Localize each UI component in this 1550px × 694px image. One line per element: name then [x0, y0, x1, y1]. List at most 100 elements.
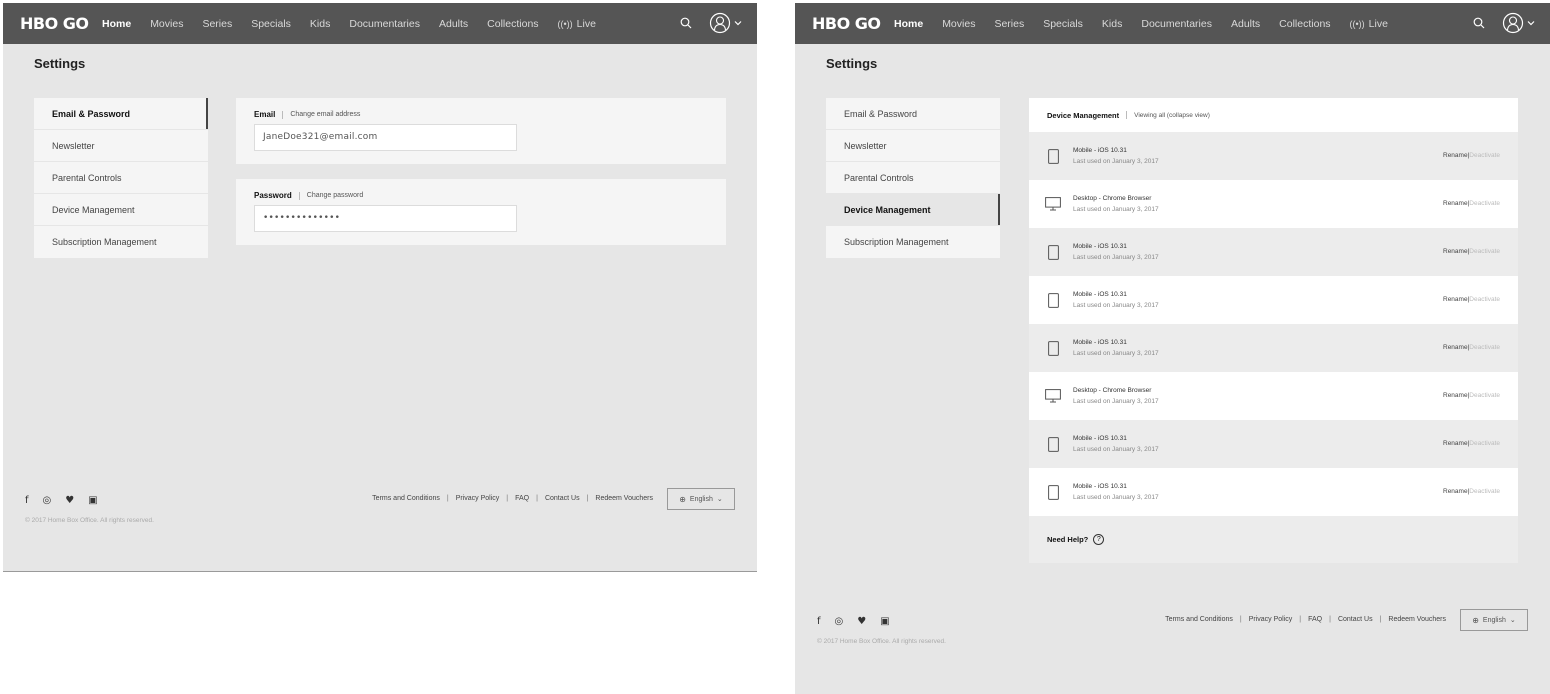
device-actions: Rename|Deactivate [1443, 344, 1500, 351]
nav-item-documentaries[interactable]: Documentaries [349, 18, 420, 30]
instagram-icon[interactable]: ◎ [43, 495, 52, 506]
facebook-icon[interactable]: f [817, 616, 821, 627]
nav-item-live[interactable]: ((•)) Live [558, 18, 596, 30]
change-email-link[interactable]: Change email address [290, 111, 360, 118]
deactivate-link[interactable]: Deactivate [1469, 488, 1500, 495]
nav-item-documentaries[interactable]: Documentaries [1141, 18, 1212, 30]
rename-link[interactable]: Rename [1443, 296, 1468, 303]
page-title: Settings [826, 56, 878, 71]
redeem-vouchers-link[interactable]: Redeem Vouchers [1388, 616, 1446, 623]
device-actions: Rename|Deactivate [1443, 392, 1500, 399]
nav-item-collections[interactable]: Collections [487, 18, 538, 30]
rename-link[interactable]: Rename [1443, 392, 1468, 399]
device-row: Mobile - iOS 10.31 Last used on January 3… [1029, 468, 1518, 516]
menu-item-newsletter[interactable]: Newsletter [34, 130, 208, 162]
device-actions: Rename|Deactivate [1443, 200, 1500, 207]
privacy-link[interactable]: Privacy Policy [1249, 616, 1293, 623]
help-icon[interactable]: ? [1093, 534, 1105, 545]
search-icon[interactable] [1468, 12, 1490, 34]
change-password-link[interactable]: Change password [307, 192, 363, 199]
language-selector[interactable]: ⊕ English ⌄ [667, 488, 735, 510]
redeem-vouchers-link[interactable]: Redeem Vouchers [595, 495, 653, 502]
hbo-go-logo[interactable]: HBO GO [20, 14, 89, 33]
deactivate-link[interactable]: Deactivate [1469, 440, 1500, 447]
contact-link[interactable]: Contact Us [1338, 616, 1373, 623]
menu-item-email-password[interactable]: Email & Password [34, 98, 208, 130]
menu-item-newsletter[interactable]: Newsletter [826, 130, 1000, 162]
email-card: Email Change email address JaneDoe321@em… [236, 98, 726, 164]
password-field[interactable]: •••••••••••••• [254, 205, 517, 232]
search-icon[interactable] [675, 12, 697, 34]
device-row: Mobile - iOS 10.31 Last used on January 3… [1029, 420, 1518, 468]
menu-item-subscription-management[interactable]: Subscription Management [34, 226, 208, 258]
nav-item-specials[interactable]: Specials [1043, 18, 1083, 30]
rename-link[interactable]: Rename [1443, 200, 1468, 207]
nav-right [675, 12, 743, 34]
menu-item-subscription-management[interactable]: Subscription Management [826, 226, 1000, 258]
nav-item-specials[interactable]: Specials [251, 18, 291, 30]
contact-link[interactable]: Contact Us [545, 495, 580, 502]
youtube-icon[interactable]: ▣ [880, 616, 889, 627]
user-avatar-icon[interactable] [709, 12, 731, 34]
privacy-link[interactable]: Privacy Policy [456, 495, 500, 502]
device-last-used: Last used on January 3, 2017 [1073, 254, 1159, 261]
deactivate-link[interactable]: Deactivate [1469, 248, 1500, 255]
nav-item-movies[interactable]: Movies [150, 18, 183, 30]
deactivate-link[interactable]: Deactivate [1469, 344, 1500, 351]
faq-link[interactable]: FAQ [515, 495, 529, 502]
menu-item-device-management[interactable]: Device Management [34, 194, 208, 226]
facebook-icon[interactable]: f [25, 495, 29, 506]
rename-link[interactable]: Rename [1443, 248, 1468, 255]
deactivate-link[interactable]: Deactivate [1469, 152, 1500, 159]
youtube-icon[interactable]: ▣ [88, 495, 97, 506]
social-links: f ◎ ♥ ▣ [817, 616, 904, 627]
chevron-down-icon[interactable] [733, 18, 743, 28]
nav-item-home[interactable]: Home [102, 18, 131, 30]
chevron-down-icon[interactable] [1526, 18, 1536, 28]
rename-link[interactable]: Rename [1443, 488, 1468, 495]
terms-link[interactable]: Terms and Conditions [372, 495, 440, 502]
copyright: © 2017 Home Box Office. All rights reser… [817, 638, 946, 645]
nav-item-adults[interactable]: Adults [439, 18, 468, 30]
nav-item-series[interactable]: Series [994, 18, 1024, 30]
nav-item-home[interactable]: Home [894, 18, 923, 30]
user-avatar-icon[interactable] [1502, 12, 1524, 34]
nav-item-collections[interactable]: Collections [1279, 18, 1330, 30]
twitter-icon[interactable]: ♥ [65, 495, 74, 506]
email-field[interactable]: JaneDoe321@email.com [254, 124, 517, 151]
nav-item-adults[interactable]: Adults [1231, 18, 1260, 30]
twitter-icon[interactable]: ♥ [857, 616, 866, 627]
link-separator: | [1239, 616, 1242, 623]
rename-link[interactable]: Rename [1443, 344, 1468, 351]
device-last-used: Last used on January 3, 2017 [1073, 446, 1159, 453]
hbo-go-logo[interactable]: HBO GO [812, 14, 881, 33]
deactivate-link[interactable]: Deactivate [1469, 392, 1500, 399]
mobile-device-icon [1029, 148, 1073, 164]
nav-item-series[interactable]: Series [202, 18, 232, 30]
menu-item-parental-controls[interactable]: Parental Controls [34, 162, 208, 194]
link-separator: | [586, 495, 589, 502]
menu-item-parental-controls[interactable]: Parental Controls [826, 162, 1000, 194]
deactivate-link[interactable]: Deactivate [1469, 200, 1500, 207]
menu-item-device-management[interactable]: Device Management [826, 194, 1000, 226]
mobile-device-icon [1029, 484, 1073, 500]
faq-link[interactable]: FAQ [1308, 616, 1322, 623]
device-management-panel: Device Management Viewing all (collapse … [1029, 98, 1518, 563]
nav-item-kids[interactable]: Kids [1102, 18, 1122, 30]
language-selector[interactable]: ⊕ English ⌄ [1460, 609, 1528, 631]
rename-link[interactable]: Rename [1443, 440, 1468, 447]
collapse-view-link[interactable]: Viewing all (collapse view) [1134, 112, 1210, 119]
nav-item-live[interactable]: ((•)) Live [1350, 18, 1388, 30]
device-management-title: Device Management [1047, 110, 1120, 120]
rename-link[interactable]: Rename [1443, 152, 1468, 159]
footer-links: Terms and Conditions | Privacy Policy | … [372, 495, 653, 502]
terms-link[interactable]: Terms and Conditions [1165, 616, 1233, 623]
nav-item-movies[interactable]: Movies [942, 18, 975, 30]
menu-item-email-password[interactable]: Email & Password [826, 98, 1000, 130]
nav-item-kids[interactable]: Kids [310, 18, 330, 30]
deactivate-link[interactable]: Deactivate [1469, 296, 1500, 303]
instagram-icon[interactable]: ◎ [835, 616, 844, 627]
device-name: Mobile - iOS 10.31 [1073, 291, 1127, 298]
desktop-icon [1029, 197, 1073, 211]
device-last-used: Last used on January 3, 2017 [1073, 398, 1159, 405]
